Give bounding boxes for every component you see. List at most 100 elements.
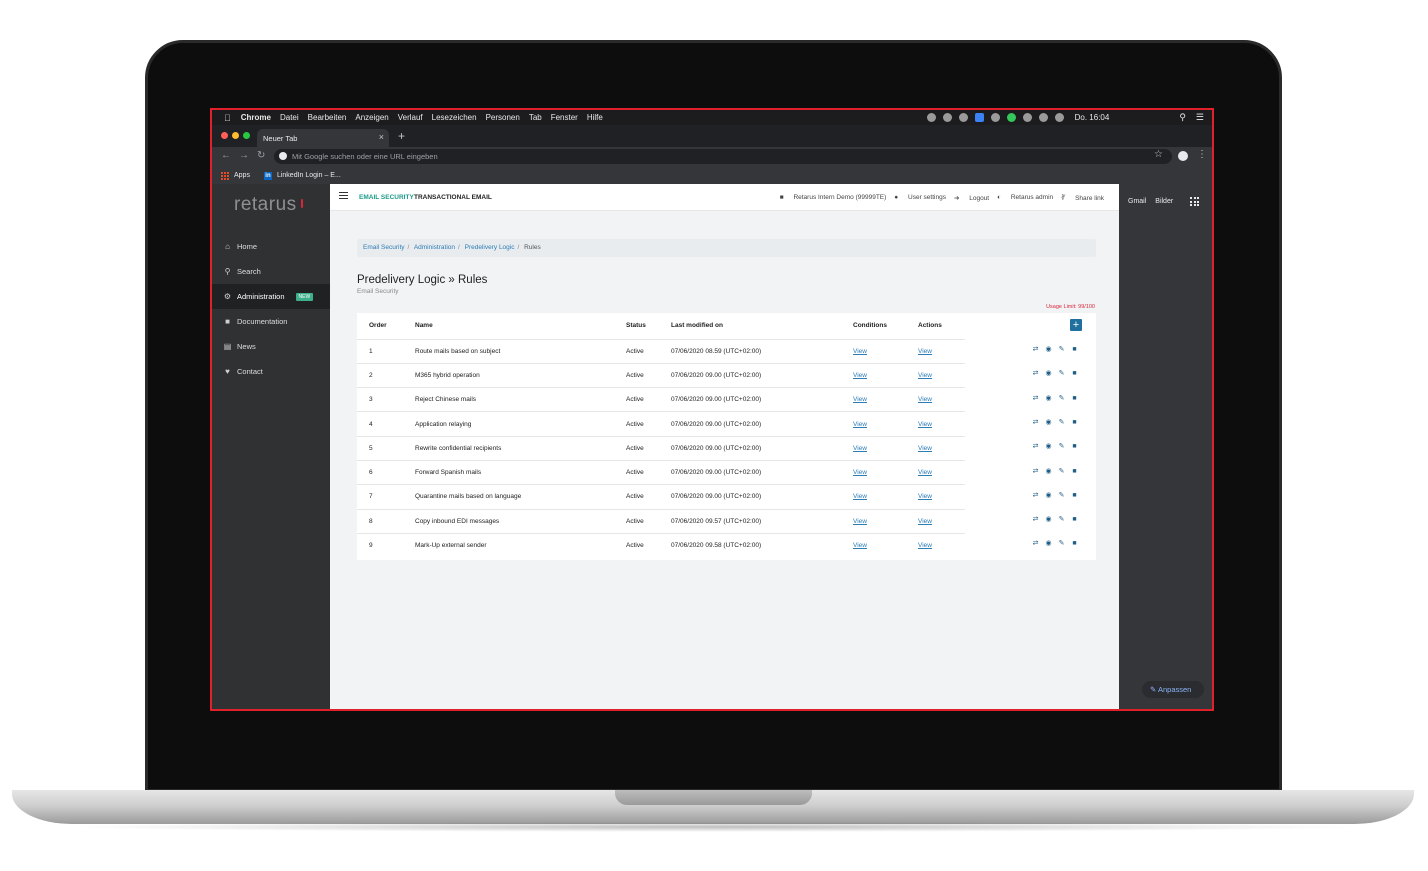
chrome-menu-icon[interactable]: ⋮ — [1197, 149, 1207, 160]
status-app-icon[interactable] — [942, 113, 952, 122]
status-app-icon[interactable] — [1006, 113, 1016, 122]
back-icon[interactable]: ← — [221, 150, 231, 161]
view-actions-link[interactable]: View — [918, 396, 932, 403]
edit-rule-icon[interactable]: ✎ — [1057, 443, 1066, 451]
view-conditions-link[interactable]: View — [853, 493, 867, 500]
edit-rule-icon[interactable]: ✎ — [1057, 468, 1066, 476]
menu-bearbeiten[interactable]: Bearbeiten — [308, 113, 347, 122]
status-app-icon[interactable] — [990, 113, 1000, 122]
preview-rule-icon[interactable]: ◉ — [1044, 468, 1053, 476]
menu-anzeigen[interactable]: Anzeigen — [355, 113, 388, 122]
airplay-icon[interactable] — [1022, 113, 1032, 122]
close-window-icon[interactable] — [221, 132, 228, 139]
sidebar-item-contact[interactable]: ♥ Contact — [212, 359, 330, 384]
preview-rule-icon[interactable]: ◉ — [1044, 419, 1053, 427]
menu-personen[interactable]: Personen — [486, 113, 520, 122]
copy-rule-icon[interactable]: ⇄ — [1031, 370, 1040, 378]
apps-grid-icon[interactable] — [221, 171, 229, 180]
admin-link[interactable]: ◐ Retarus admin — [997, 194, 1053, 202]
delete-rule-icon[interactable]: ■ — [1070, 370, 1079, 378]
preview-rule-icon[interactable]: ◉ — [1044, 516, 1053, 524]
sidebar-item-administration[interactable]: ⚙ Administration NEW — [212, 284, 330, 309]
view-actions-link[interactable]: View — [918, 445, 932, 452]
header-last-modified[interactable]: Last modified on — [671, 313, 853, 339]
reload-icon[interactable]: ↻ — [257, 150, 265, 161]
delete-rule-icon[interactable]: ■ — [1070, 468, 1079, 476]
view-actions-link[interactable]: View — [918, 421, 932, 428]
view-conditions-link[interactable]: View — [853, 421, 867, 428]
breadcrumb-email-security[interactable]: Email Security — [363, 244, 405, 251]
tab-email-security[interactable]: EMAIL SECURITY — [359, 194, 414, 201]
copy-rule-icon[interactable]: ⇄ — [1031, 419, 1040, 427]
delete-rule-icon[interactable]: ■ — [1070, 516, 1079, 524]
status-app-icon[interactable] — [958, 113, 968, 122]
edit-rule-icon[interactable]: ✎ — [1057, 540, 1066, 548]
logout-link[interactable]: ➔ Logout — [954, 194, 989, 202]
close-tab-icon[interactable]: × — [379, 132, 384, 142]
retarus-logo[interactable]: retarus — [234, 194, 297, 216]
delete-rule-icon[interactable]: ■ — [1070, 419, 1079, 427]
view-conditions-link[interactable]: View — [853, 542, 867, 549]
bookmark-apps[interactable]: Apps — [234, 172, 250, 179]
copy-rule-icon[interactable]: ⇄ — [1031, 492, 1040, 500]
add-rule-button[interactable]: + — [1070, 319, 1082, 331]
menubar-clock[interactable]: Do. 16:04 — [1075, 113, 1110, 122]
view-conditions-link[interactable]: View — [853, 348, 867, 355]
view-conditions-link[interactable]: View — [853, 372, 867, 379]
browser-tab[interactable]: Neuer Tab × — [257, 129, 389, 147]
control-center-icon[interactable]: ☰ — [1196, 112, 1204, 123]
hamburger-menu-icon[interactable] — [339, 192, 348, 201]
forward-icon[interactable]: → — [239, 150, 249, 161]
preview-rule-icon[interactable]: ◉ — [1044, 346, 1053, 354]
edit-rule-icon[interactable]: ✎ — [1057, 395, 1066, 403]
edit-rule-icon[interactable]: ✎ — [1057, 492, 1066, 500]
preview-rule-icon[interactable]: ◉ — [1044, 370, 1053, 378]
menu-datei[interactable]: Datei — [280, 113, 299, 122]
view-actions-link[interactable]: View — [918, 493, 932, 500]
omnibox[interactable]: Mit Google suchen oder eine URL eingeben — [274, 149, 1172, 164]
view-actions-link[interactable]: View — [918, 348, 932, 355]
edit-rule-icon[interactable]: ✎ — [1057, 419, 1066, 427]
copy-rule-icon[interactable]: ⇄ — [1031, 516, 1040, 524]
view-actions-link[interactable]: View — [918, 372, 932, 379]
sidebar-item-search[interactable]: ⚲ Search — [212, 259, 330, 284]
bookmark-linkedin[interactable]: LinkedIn Login – E... — [277, 172, 341, 179]
spotlight-icon[interactable]: ⚲ — [1179, 112, 1186, 123]
copy-rule-icon[interactable]: ⇄ — [1031, 540, 1040, 548]
view-conditions-link[interactable]: View — [853, 445, 867, 452]
preview-rule-icon[interactable]: ◉ — [1044, 540, 1053, 548]
edit-rule-icon[interactable]: ✎ — [1057, 370, 1066, 378]
menu-verlauf[interactable]: Verlauf — [398, 113, 423, 122]
share-link[interactable]: ∛ Share link — [1061, 194, 1104, 202]
gmail-link[interactable]: Gmail — [1128, 198, 1146, 205]
preview-rule-icon[interactable]: ◉ — [1044, 443, 1053, 451]
header-order[interactable]: Order — [357, 313, 415, 339]
maximize-window-icon[interactable] — [243, 132, 250, 139]
profile-icon[interactable] — [1178, 151, 1188, 161]
copy-rule-icon[interactable]: ⇄ — [1031, 468, 1040, 476]
menu-tab[interactable]: Tab — [529, 113, 542, 122]
view-conditions-link[interactable]: View — [853, 518, 867, 525]
battery-icon[interactable] — [1054, 113, 1064, 122]
delete-rule-icon[interactable]: ■ — [1070, 443, 1079, 451]
minimize-window-icon[interactable] — [232, 132, 239, 139]
view-actions-link[interactable]: View — [918, 469, 932, 476]
user-settings-link[interactable]: ● User settings — [894, 194, 946, 202]
delete-rule-icon[interactable]: ■ — [1070, 346, 1079, 354]
view-actions-link[interactable]: View — [918, 518, 932, 525]
delete-rule-icon[interactable]: ■ — [1070, 395, 1079, 403]
new-tab-icon[interactable]: + — [398, 129, 405, 143]
edit-rule-icon[interactable]: ✎ — [1057, 346, 1066, 354]
status-app-icon[interactable] — [926, 113, 936, 122]
images-link[interactable]: Bilder — [1155, 198, 1173, 205]
copy-rule-icon[interactable]: ⇄ — [1031, 395, 1040, 403]
bookmark-star-icon[interactable]: ☆ — [1154, 149, 1163, 160]
sidebar-item-news[interactable]: ▤ News — [212, 334, 330, 359]
edit-rule-icon[interactable]: ✎ — [1057, 516, 1066, 524]
wifi-icon[interactable] — [1038, 113, 1048, 122]
status-app-icon[interactable] — [974, 113, 984, 122]
customize-button[interactable]: ✎ Anpassen — [1142, 681, 1204, 698]
delete-rule-icon[interactable]: ■ — [1070, 492, 1079, 500]
view-conditions-link[interactable]: View — [853, 396, 867, 403]
preview-rule-icon[interactable]: ◉ — [1044, 492, 1053, 500]
